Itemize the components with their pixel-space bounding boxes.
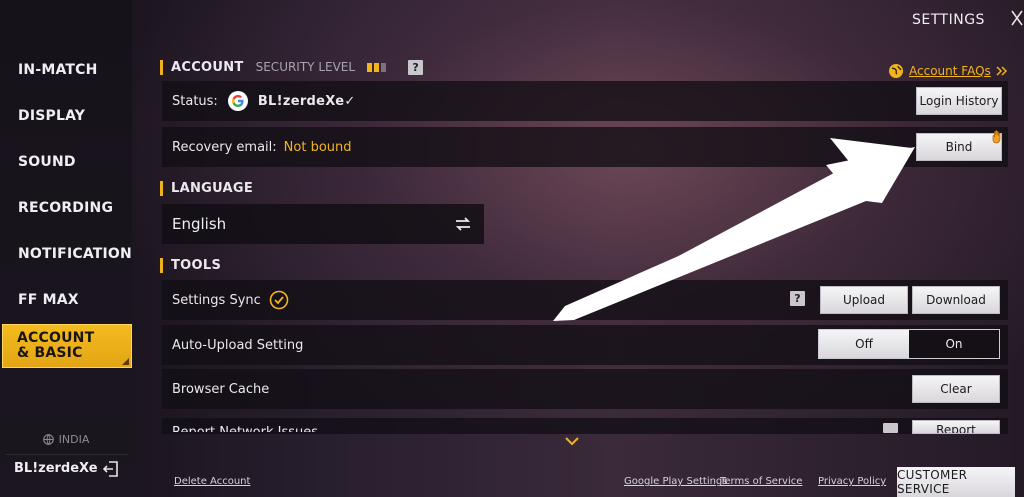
region-label: INDIA <box>58 432 90 446</box>
chevron-down-icon[interactable] <box>563 436 581 448</box>
google-play-settings-link[interactable]: Google Play Settings <box>624 476 728 487</box>
account-username: BL!zerdeXe✓ <box>257 93 356 109</box>
globe-icon <box>42 433 54 445</box>
delete-account-link[interactable]: Delete Account <box>174 476 250 487</box>
report-button-label: Report <box>936 423 976 434</box>
upload-button[interactable]: Upload <box>820 286 908 314</box>
customer-service-button[interactable]: CUSTOMER SERVICE <box>897 467 1015 497</box>
toggle-on-option[interactable]: On <box>909 330 999 358</box>
pointing-hand-icon <box>992 130 1001 144</box>
tools-heading: TOOLS <box>171 257 222 273</box>
sidebar-item-display[interactable]: DISPLAY <box>4 96 130 136</box>
language-heading: LANGUAGE <box>171 180 254 196</box>
recovery-email-status: Not bound <box>283 139 352 155</box>
auto-upload-toggle[interactable]: Off On <box>818 329 1000 359</box>
clear-button[interactable]: Clear <box>912 375 1000 403</box>
auto-upload-label: Auto-Upload Setting <box>172 337 304 353</box>
swap-arrows-icon <box>455 217 471 231</box>
double-chevron-right-icon <box>996 66 1007 76</box>
privacy-policy-link[interactable]: Privacy Policy <box>818 476 886 487</box>
language-section-header: LANGUAGE <box>160 179 253 197</box>
recovery-email-label: Recovery email: <box>172 139 277 155</box>
download-button[interactable]: Download <box>912 286 1000 314</box>
page-title: SETTINGS <box>912 12 985 28</box>
login-history-button[interactable]: Login History <box>916 87 1002 115</box>
report-network-label: Report Network Issues <box>172 422 318 432</box>
close-icon[interactable] <box>1010 8 1024 28</box>
security-pip <box>381 62 387 72</box>
account-faqs-link[interactable]: Account FAQs <box>888 62 1008 80</box>
status-label: Status: <box>172 93 218 109</box>
account-heading: ACCOUNT <box>171 59 244 75</box>
status-row: Status: BL!zerdeXe✓ <box>162 81 1008 121</box>
security-pip <box>367 62 373 72</box>
sidebar-item-recording[interactable]: RECORDING <box>4 188 130 228</box>
sidebar-item-account-basic[interactable]: ACCOUNT & BASIC <box>2 324 132 368</box>
sidebar-item-label: ACCOUNT & BASIC <box>17 330 95 361</box>
account-section-header: ACCOUNT SECURITY LEVEL ? <box>160 58 424 76</box>
sidebar-item-ff-max[interactable]: FF MAX <box>4 280 130 320</box>
section-marker <box>160 180 163 196</box>
browser-cache-label: Browser Cache <box>172 381 270 397</box>
faq-link-label: Account FAQs <box>909 64 991 78</box>
sidebar-item-notification[interactable]: NOTIFICATION <box>4 234 132 274</box>
security-help-icon[interactable]: ? <box>408 59 424 75</box>
report-network-row: Report Network Issues <box>162 418 1008 434</box>
globe-icon <box>889 64 903 78</box>
report-button[interactable]: Report <box>912 420 1000 434</box>
section-marker <box>160 257 163 273</box>
terms-of-service-link[interactable]: Terms of Service <box>720 476 802 487</box>
settings-sync-label: Settings Sync <box>172 292 261 308</box>
region-indicator: INDIA <box>0 430 132 448</box>
sidebar-item-in-match[interactable]: IN-MATCH <box>4 50 130 90</box>
sidebar-username: BL!zerdeXe <box>14 461 98 476</box>
browser-cache-row: Browser Cache <box>162 369 1008 409</box>
security-pip <box>374 62 380 72</box>
security-level-label: SECURITY LEVEL <box>255 60 356 74</box>
language-select[interactable]: English <box>162 204 484 244</box>
section-marker <box>160 59 163 75</box>
toggle-off-option[interactable]: Off <box>819 330 909 358</box>
recovery-email-row: Recovery email: Not bound <box>162 127 1008 167</box>
report-help-icon[interactable] <box>883 423 898 433</box>
google-icon <box>227 91 248 111</box>
check-circle-icon <box>269 290 289 310</box>
settings-sync-help-icon[interactable]: ? <box>790 291 805 306</box>
tools-section-header: TOOLS <box>160 256 221 274</box>
logout-icon[interactable] <box>102 460 120 478</box>
sidebar: IN-MATCH DISPLAY SOUND RECORDING NOTIFIC… <box>0 0 132 497</box>
language-selected-value: English <box>172 215 227 233</box>
security-level-meter <box>367 62 387 72</box>
sidebar-user: BL!zerdeXe <box>6 454 128 482</box>
sidebar-item-sound[interactable]: SOUND <box>4 142 130 182</box>
